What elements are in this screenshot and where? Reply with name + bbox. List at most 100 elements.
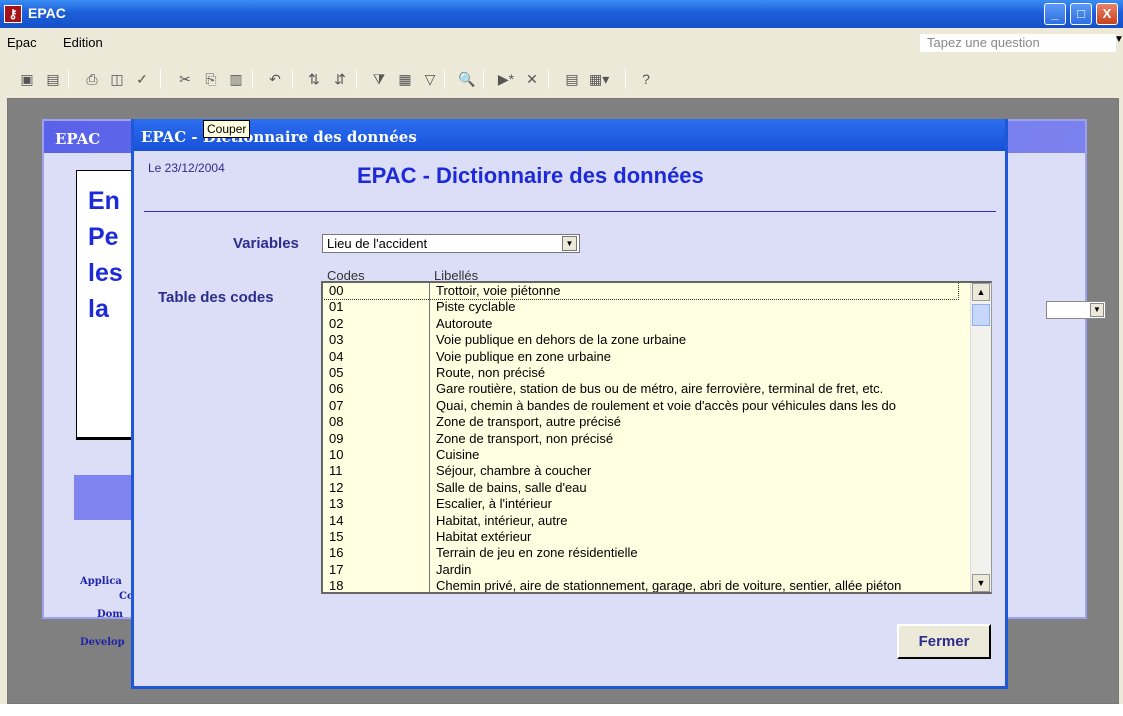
close-window-button[interactable]: X: [1096, 3, 1118, 25]
database-window-icon[interactable]: ▤: [563, 70, 581, 88]
help-icon[interactable]: ?: [637, 70, 655, 88]
label-cell: Quai, chemin à bandes de roulement et vo…: [436, 397, 896, 413]
divider: [144, 211, 430, 212]
delete-record-icon[interactable]: ✕: [523, 70, 541, 88]
save-icon[interactable]: ▣: [18, 70, 36, 88]
table-row[interactable]: 00 Trottoir, voie piétonne: [323, 283, 959, 300]
table-row[interactable]: 08 Zone de transport, autre précisé: [323, 414, 958, 430]
table-row[interactable]: 06 Gare routière, station de bus ou de mé…: [323, 381, 958, 397]
table-row[interactable]: 12 Salle de bains, salle d'eau: [323, 480, 958, 496]
question-input[interactable]: Tapez une question: [920, 34, 1116, 52]
menu-bar: Epac Edition Tapez une question ▼: [0, 28, 1123, 56]
new-object-icon[interactable]: ▦▾: [589, 70, 609, 88]
filter-toggle-icon[interactable]: ▽: [421, 70, 439, 88]
code-cell: 14: [329, 512, 344, 528]
table-row[interactable]: 07 Quai, chemin à bandes de roulement et …: [323, 398, 958, 414]
code-cell: 12: [329, 479, 344, 495]
cut-tooltip: Couper: [203, 120, 251, 138]
table-row[interactable]: 17 Jardin: [323, 562, 958, 578]
label-cell: Jardin: [436, 561, 472, 577]
label-cell: Salle de bains, salle d'eau: [436, 479, 587, 495]
label-cell: Gare routière, station de bus ou de métr…: [436, 381, 884, 397]
table-row[interactable]: 13 Escalier, à l'intérieur: [323, 496, 958, 512]
code-cell: 13: [329, 496, 344, 512]
copy-icon[interactable]: ⎘: [202, 70, 220, 88]
scroll-up-icon[interactable]: ▲: [972, 283, 990, 301]
code-cell: 05: [329, 365, 344, 380]
dropdown-arrow-icon[interactable]: ▼: [562, 236, 577, 251]
table-row[interactable]: 01 Piste cyclable: [323, 299, 958, 315]
code-cell: 10: [329, 447, 344, 462]
table-row[interactable]: 10 Cuisine: [323, 447, 958, 463]
access-key-icon: ⚷: [4, 5, 22, 23]
label-cell: Terrain de jeu en zone résidentielle: [436, 545, 638, 561]
preview-icon[interactable]: ◫: [108, 70, 126, 88]
find-icon[interactable]: 🔍: [458, 70, 476, 88]
table-row[interactable]: 02 Autoroute: [323, 316, 958, 332]
code-cell: 02: [329, 315, 344, 331]
label-cell: Habitat extérieur: [436, 529, 532, 544]
table-row[interactable]: 05 Route, non précisé: [323, 365, 958, 381]
goto-new-icon[interactable]: ▶*: [497, 70, 515, 88]
menu-epac[interactable]: Epac: [7, 35, 37, 50]
label-cell: Autoroute: [436, 315, 493, 331]
code-cell: 18: [329, 578, 344, 594]
close-dialog-button[interactable]: Fermer: [897, 624, 991, 659]
label-cell: Chemin privé, aire de stationnement, gar…: [436, 578, 902, 594]
label-cell: Séjour, chambre à coucher: [436, 463, 592, 479]
welcome-line: la: [88, 295, 109, 323]
cut-icon[interactable]: ✂: [176, 70, 194, 88]
date-label: Le 23/12/2004: [148, 161, 225, 175]
label-cell: Voie publique en zone urbaine: [436, 348, 611, 364]
purple-panel: [74, 475, 134, 520]
table-codes-label: Table des codes: [158, 289, 274, 306]
vertical-scrollbar[interactable]: ▲ ▼: [970, 283, 991, 592]
footer-text: Applica: [80, 576, 122, 587]
scroll-thumb[interactable]: [972, 304, 990, 326]
table-row[interactable]: 15 Habitat extérieur: [323, 529, 958, 545]
spellcheck-icon[interactable]: ✓: [133, 70, 151, 88]
dropdown-arrow-icon[interactable]: ▼: [1090, 303, 1104, 317]
undo-icon[interactable]: ↶: [266, 70, 284, 88]
question-dropdown-icon[interactable]: ▼: [1114, 34, 1123, 45]
menu-edition[interactable]: Edition: [63, 35, 103, 50]
filter-icon[interactable]: ⧩: [370, 70, 388, 88]
sort-desc-icon[interactable]: ⇵: [331, 70, 349, 88]
dialog-title: EPAC - Dictionnaire des données: [134, 119, 1005, 151]
code-cell: 09: [329, 430, 344, 446]
footer-text: Develop: [80, 637, 125, 648]
paste-icon[interactable]: ▥: [227, 70, 245, 88]
print-preview-icon[interactable]: ▤: [44, 70, 62, 88]
print-icon[interactable]: ⎙: [83, 70, 101, 88]
code-cell: 08: [329, 414, 344, 430]
label-cell: Piste cyclable: [436, 299, 516, 315]
background-combo[interactable]: ▼: [1046, 301, 1106, 319]
table-row[interactable]: 11 Séjour, chambre à coucher: [323, 463, 958, 479]
divider: [714, 211, 996, 212]
access-application: ⚷ EPAC _ □ X Epac Edition Tapez une ques…: [0, 0, 1123, 704]
variables-select[interactable]: Lieu de l'accident ▼: [322, 234, 580, 253]
code-cell: 03: [329, 332, 344, 348]
label-cell: Escalier, à l'intérieur: [436, 496, 552, 512]
title-bar: ⚷ EPAC _ □ X: [0, 0, 1123, 28]
restore-button[interactable]: □: [1070, 3, 1092, 25]
codes-list[interactable]: 00 Trottoir, voie piétonne 01 Piste cyclabl…: [321, 281, 992, 594]
scroll-down-icon[interactable]: ▼: [972, 574, 990, 592]
minimize-button[interactable]: _: [1044, 3, 1066, 25]
code-cell: 06: [329, 381, 344, 397]
variables-value: Lieu de l'accident: [327, 236, 428, 251]
table-row[interactable]: 03 Voie publique en dehors de la zone urb…: [323, 332, 958, 348]
table-row[interactable]: 09 Zone de transport, non précisé: [323, 431, 958, 447]
window-title: EPAC: [28, 5, 66, 21]
code-cell: 15: [329, 529, 344, 544]
table-row[interactable]: 14 Habitat, intérieur, autre: [323, 513, 958, 529]
label-cell: Route, non précisé: [436, 365, 546, 380]
welcome-line: Pe: [88, 223, 119, 251]
table-row[interactable]: 16 Terrain de jeu en zone résidentielle: [323, 545, 958, 561]
variables-label: Variables: [233, 235, 299, 252]
table-row[interactable]: 18 Chemin privé, aire de stationnement, g…: [323, 578, 958, 594]
sort-asc-icon[interactable]: ⇅: [305, 70, 323, 88]
filter-form-icon[interactable]: ▦: [396, 70, 414, 88]
table-row[interactable]: 04 Voie publique en zone urbaine: [323, 349, 958, 365]
label-cell: Trottoir, voie piétonne: [436, 283, 561, 298]
